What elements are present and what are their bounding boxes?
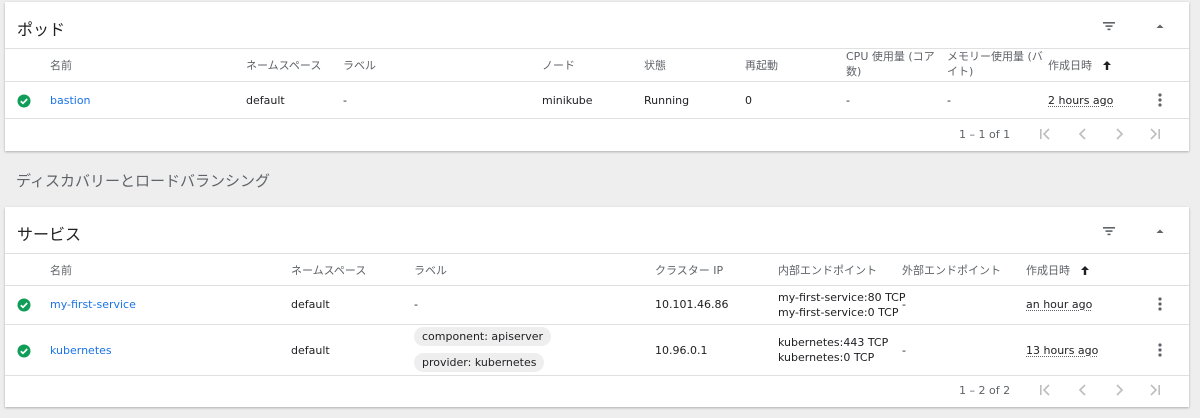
column-header-namespace: ネームスペース: [246, 59, 322, 72]
service-external-endpoints: -: [902, 298, 906, 311]
column-header-name: 名前: [50, 264, 72, 277]
column-header-cpu-line2: 数): [846, 65, 862, 78]
service-cluster-ip: 10.96.0.1: [655, 344, 708, 357]
more-vert-icon[interactable]: [1156, 92, 1164, 108]
label-chip: component: apiserver: [414, 327, 552, 346]
chevron-left-icon[interactable]: [1075, 126, 1091, 142]
check-circle-icon: [17, 344, 31, 358]
service-created[interactable]: an hour ago: [1026, 297, 1092, 312]
service-internal-endpoint: my-first-service:0 TCP: [778, 306, 899, 319]
arrow-upward-icon: [1102, 61, 1111, 70]
divider: [5, 81, 1189, 82]
collapse-arrow-up-icon[interactable]: [1152, 223, 1168, 239]
service-cluster-ip: 10.101.46.86: [655, 298, 729, 311]
pod-restarts: 0: [745, 94, 752, 107]
divider: [5, 253, 1189, 254]
check-circle-icon: [17, 298, 31, 312]
discovery-section-heading: ディスカバリーとロードバランシング: [16, 172, 270, 190]
column-header-restarts: 再起動: [745, 59, 778, 72]
service-internal-endpoint: kubernetes:443 TCP: [778, 336, 889, 349]
pagination-range: 1 – 1 of 1: [959, 128, 1011, 141]
pod-cpu: -: [846, 94, 850, 107]
chevron-left-icon[interactable]: [1075, 382, 1091, 398]
more-vert-icon[interactable]: [1156, 342, 1164, 358]
last-page-icon[interactable]: [1147, 382, 1163, 398]
more-vert-icon[interactable]: [1156, 296, 1164, 312]
column-header-created-label: 作成日時: [1026, 264, 1070, 277]
pod-node: minikube: [542, 94, 593, 107]
column-header-memory-line1: メモリー使用量 (バ: [947, 50, 1043, 63]
column-header-cpu: CPU 使用量 (コア 数): [846, 49, 935, 79]
divider: [5, 324, 1189, 325]
column-header-labels: ラベル: [343, 59, 376, 72]
column-header-created[interactable]: 作成日時: [1026, 263, 1090, 278]
divider: [5, 285, 1189, 286]
filter-list-icon[interactable]: [1101, 18, 1117, 34]
pods-card: ポッド 名前 ネームスペース ラベル ノード 状態 再起動 CPU 使用量 (コ…: [5, 2, 1189, 151]
column-header-node: ノード: [542, 59, 575, 72]
column-header-cluster-ip: クラスター IP: [655, 264, 724, 277]
divider: [5, 118, 1189, 119]
collapse-arrow-up-icon[interactable]: [1152, 18, 1168, 34]
column-header-labels: ラベル: [414, 264, 447, 277]
pod-name-link[interactable]: bastion: [50, 93, 91, 108]
pod-namespace: default: [246, 94, 285, 107]
arrow-upward-icon: [1080, 266, 1089, 275]
column-header-cpu-line1: CPU 使用量 (コア: [846, 50, 935, 63]
pagination-range: 1 – 2 of 2: [959, 384, 1011, 397]
services-card: サービス 名前 ネームスペース ラベル クラスター IP 内部エンドポイント 外…: [5, 207, 1189, 407]
service-labels: -: [414, 298, 418, 311]
service-name-link[interactable]: kubernetes: [50, 343, 112, 358]
services-card-title: サービス: [17, 225, 82, 244]
pod-labels: -: [343, 94, 347, 107]
column-header-memory-line2: イト): [947, 65, 974, 78]
pod-status: Running: [644, 94, 690, 107]
service-namespace: default: [291, 298, 330, 311]
pods-card-title: ポッド: [17, 20, 66, 39]
service-namespace: default: [291, 344, 330, 357]
service-internal-endpoint: my-first-service:80 TCP: [778, 291, 906, 304]
last-page-icon[interactable]: [1147, 126, 1163, 142]
column-header-external-endpoints: 外部エンドポイント: [902, 264, 1001, 277]
column-header-internal-endpoints: 内部エンドポイント: [778, 264, 877, 277]
divider: [5, 375, 1189, 376]
service-external-endpoints: -: [902, 344, 906, 357]
service-name-link[interactable]: my-first-service: [50, 297, 136, 312]
label-chip: provider: kubernetes: [414, 353, 545, 372]
column-header-created[interactable]: 作成日時: [1048, 58, 1112, 73]
column-header-memory: メモリー使用量 (バ イト): [947, 49, 1043, 79]
chevron-right-icon[interactable]: [1111, 382, 1127, 398]
pod-created[interactable]: 2 hours ago: [1048, 93, 1113, 108]
first-page-icon[interactable]: [1037, 382, 1053, 398]
chevron-right-icon[interactable]: [1111, 126, 1127, 142]
column-header-namespace: ネームスペース: [291, 264, 367, 277]
first-page-icon[interactable]: [1037, 126, 1053, 142]
service-internal-endpoint: kubernetes:0 TCP: [778, 351, 875, 364]
column-header-created-label: 作成日時: [1048, 59, 1092, 72]
column-header-status: 状態: [644, 59, 666, 72]
check-circle-icon: [17, 94, 31, 108]
column-header-name: 名前: [50, 59, 72, 72]
filter-list-icon[interactable]: [1101, 223, 1117, 239]
service-created[interactable]: 13 hours ago: [1026, 343, 1098, 358]
pod-memory: -: [947, 94, 951, 107]
